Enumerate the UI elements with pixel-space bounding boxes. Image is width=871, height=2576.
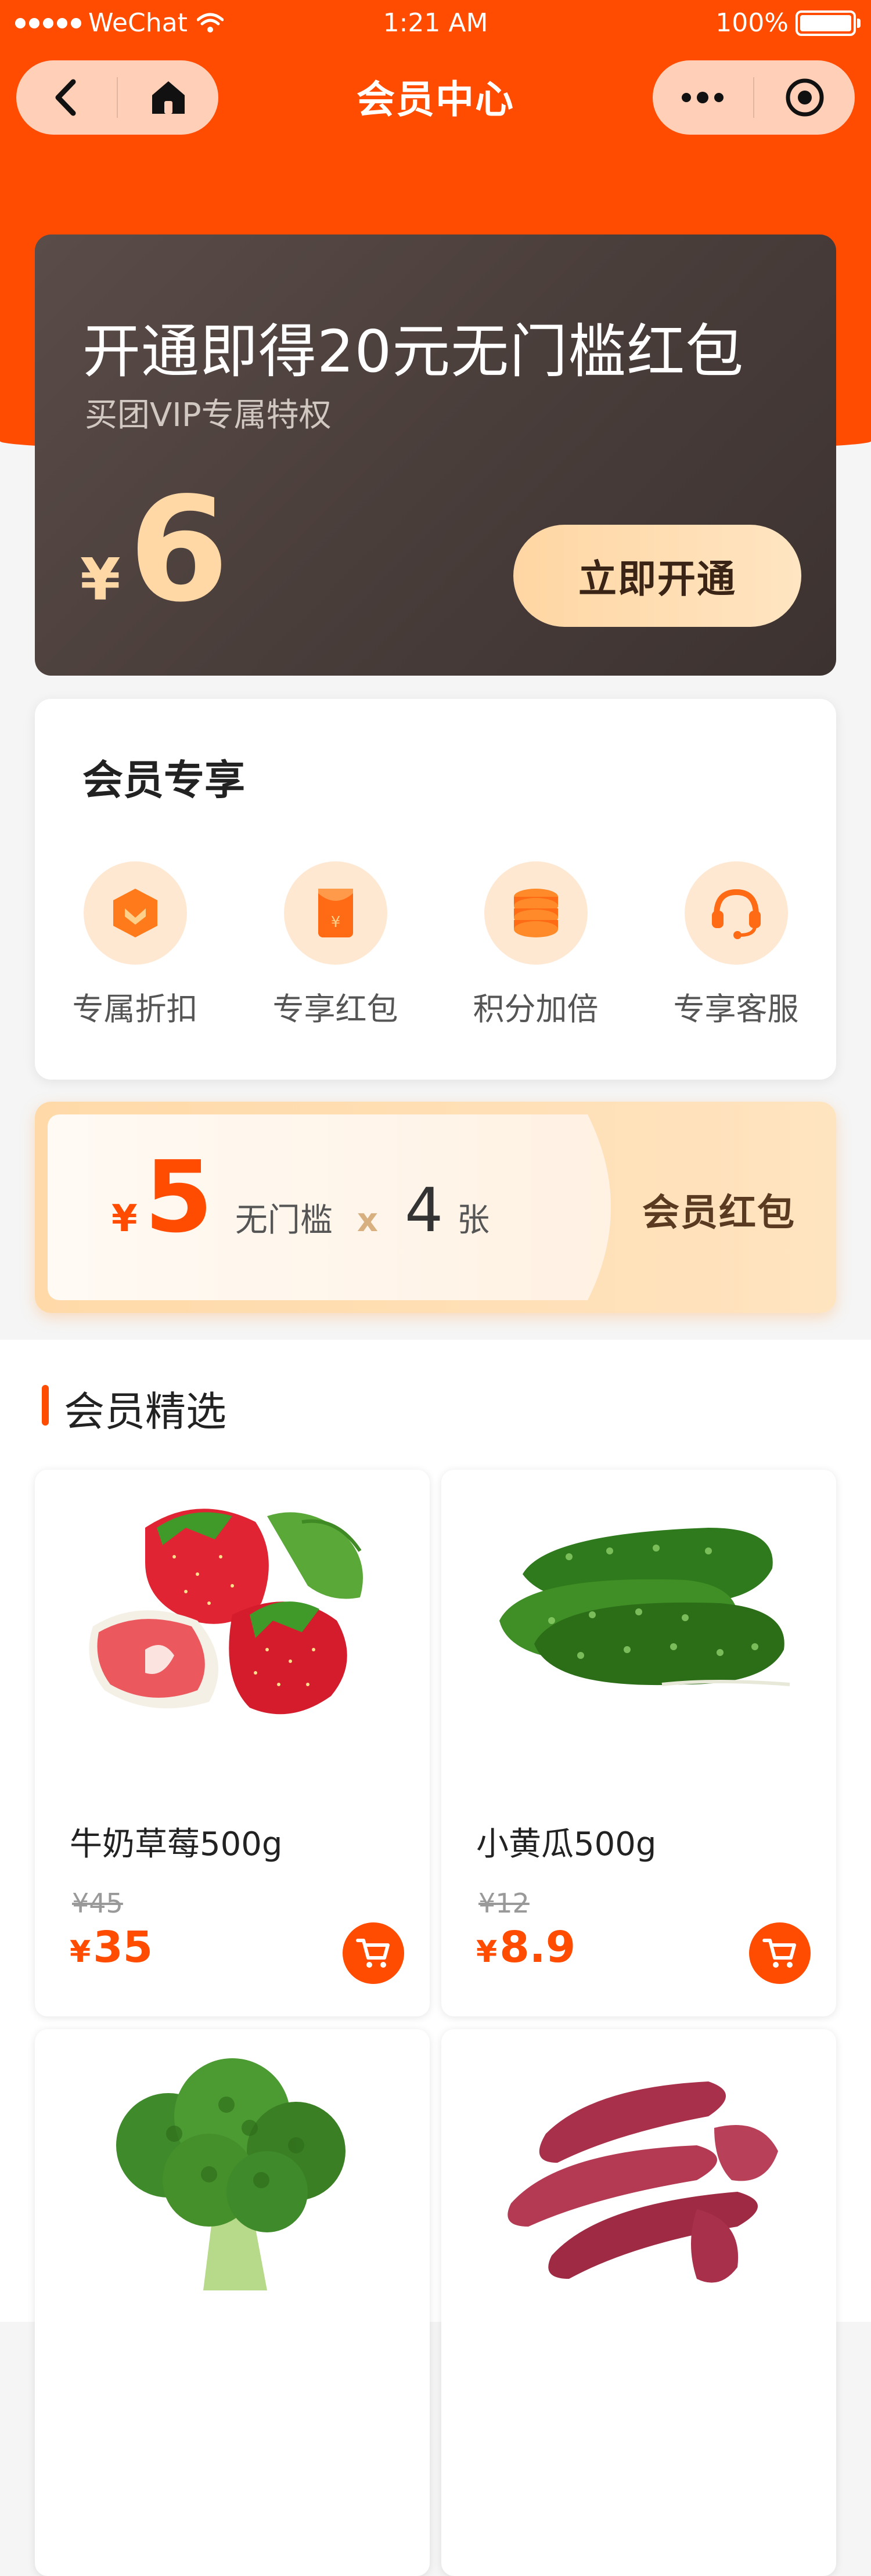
open-vip-button[interactable]: 立即开通 [513, 525, 801, 627]
product-card[interactable]: 小黄瓜500g ¥12 ¥8.9 [441, 1470, 836, 2016]
redpack-currency: ¥ [111, 1197, 138, 1240]
benefit-icon-bg: ¥ [283, 861, 387, 965]
benefit-item-points[interactable]: 积分加倍 [436, 861, 636, 1029]
product-price: ¥35 [70, 1922, 153, 1972]
section-title: 会员精选 [64, 1388, 226, 1435]
red-envelope-icon: ¥ [318, 889, 353, 937]
add-to-cart-button[interactable] [343, 1922, 404, 1984]
benefit-label: 专享红包 [272, 991, 398, 1027]
headset-icon [711, 889, 761, 939]
product-card[interactable] [441, 2029, 836, 2576]
benefit-item-service[interactable]: 专享客服 [636, 861, 836, 1029]
benefit-item-discount[interactable]: 专属折扣 [35, 861, 235, 1029]
vip-subtitle: 买团VIP专属特权 [85, 396, 332, 434]
discount-shield-icon [113, 889, 157, 937]
product-original-price: ¥45 [72, 1888, 123, 1919]
sweet-potato-image [508, 2081, 778, 2283]
target-close-icon [786, 78, 824, 117]
more-dots-icon [682, 92, 724, 103]
close-miniprogram-button[interactable] [754, 60, 855, 135]
benefits-title: 会员专享 [82, 756, 245, 804]
more-button[interactable] [653, 60, 753, 135]
status-right: 100% [715, 8, 861, 38]
product-original-price: ¥12 [478, 1888, 530, 1919]
redpack-unit: 张 [457, 1202, 490, 1239]
vip-title: 开通即得20元无门槛红包 [82, 318, 744, 385]
benefit-label: 专享客服 [673, 991, 799, 1027]
product-name: 小黄瓜500g [476, 1825, 657, 1863]
product-currency: ¥ [476, 1935, 498, 1969]
benefit-label: 积分加倍 [473, 991, 599, 1027]
product-currency: ¥ [70, 1935, 91, 1969]
product-image-cucumber [441, 1470, 836, 1772]
battery-percent: 100% [715, 8, 789, 38]
product-image-strawberry [35, 1470, 430, 1772]
product-image-sweet-potato [441, 2029, 836, 2331]
vip-price: ¥ 6 [80, 478, 229, 622]
product-price: ¥8.9 [476, 1922, 575, 1972]
member-redpack-banner[interactable]: ¥ 5 无门槛 x 4 张 会员红包 [35, 1102, 836, 1313]
product-name: 牛奶草莓500g [70, 1825, 283, 1863]
benefit-icon-bg [684, 861, 788, 965]
cart-icon [762, 1939, 796, 1968]
product-card[interactable] [35, 2029, 430, 2576]
benefit-icon-bg [484, 861, 588, 965]
svg-text:¥: ¥ [330, 914, 340, 931]
vip-currency: ¥ [80, 546, 121, 614]
section-marker [42, 1385, 49, 1426]
nav-right-capsule [653, 60, 855, 135]
broccoli-image [116, 2058, 345, 2290]
product-price-value: 35 [93, 1922, 153, 1972]
benefit-icon-bg [83, 861, 187, 965]
coin-stack-icon [513, 889, 558, 937]
status-bar: WeChat 1:21 AM 100% [0, 0, 871, 46]
strawberry-image [89, 1509, 363, 1715]
cucumber-image [499, 1528, 790, 1686]
cart-icon [356, 1939, 390, 1968]
redpack-desc: 无门槛 [235, 1202, 333, 1239]
product-image-broccoli [35, 2029, 430, 2331]
benefits-card: 会员专享 专属折扣 ¥ 专享红包 积分加倍 专享客服 [35, 699, 836, 1080]
product-card[interactable]: 牛奶草莓500g ¥45 ¥35 [35, 1470, 430, 2016]
benefit-label: 专属折扣 [72, 991, 198, 1027]
benefit-item-redpack[interactable]: ¥ 专享红包 [235, 861, 436, 1029]
add-to-cart-button[interactable] [749, 1922, 811, 1984]
redpack-value: 5 [144, 1140, 213, 1255]
redpack-times: x [357, 1202, 378, 1239]
redpack-count: 4 [404, 1175, 444, 1246]
product-price-value: 8.9 [499, 1922, 576, 1972]
battery-icon [796, 10, 861, 36]
redpack-amount: ¥ 5 无门槛 x 4 张 [111, 1148, 490, 1247]
vip-price-value: 6 [128, 467, 229, 634]
vip-banner: 开通即得20元无门槛红包 买团VIP专属特权 ¥ 6 立即开通 [35, 234, 836, 676]
redpack-label: 会员红包 [642, 1192, 796, 1235]
